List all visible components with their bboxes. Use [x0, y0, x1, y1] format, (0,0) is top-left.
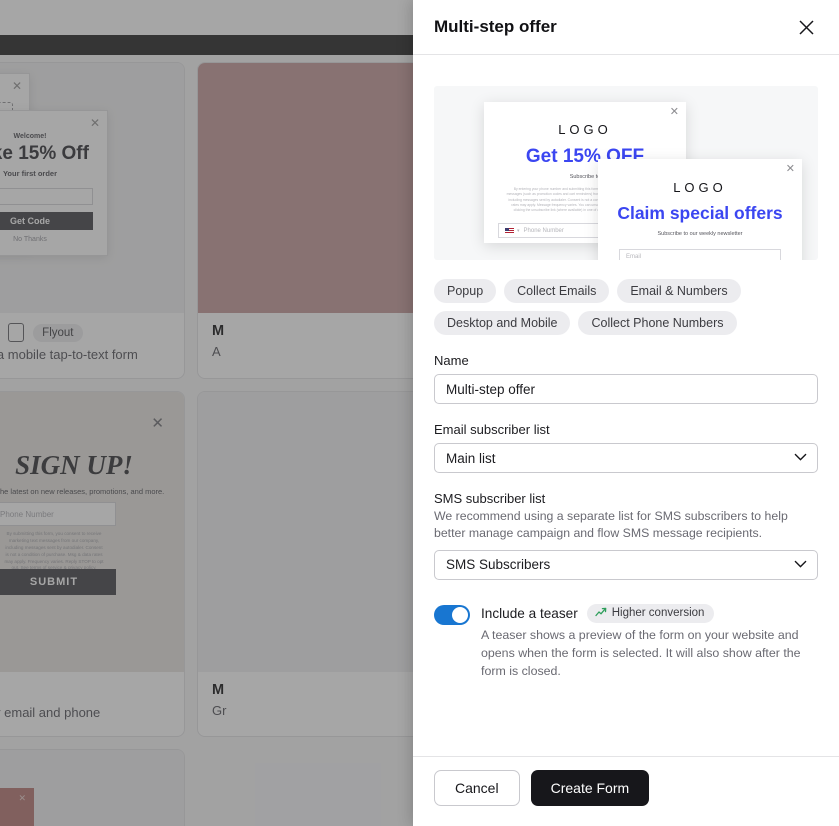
panel-header: Multi-step offer: [413, 0, 839, 55]
tag-popup: Popup: [434, 279, 497, 303]
teaser-description: A teaser shows a preview of the form on …: [481, 627, 801, 678]
sms-list-select[interactable]: SMS Subscribers: [434, 549, 818, 580]
sms-list-label: SMS subscriber list: [434, 491, 546, 506]
name-input[interactable]: [434, 374, 818, 404]
screen: ⌘ K ✕ FIRST15 Use code for 15% off your …: [0, 0, 839, 826]
template-tag-list: Popup Collect Emails Email & Numbers Des…: [434, 279, 818, 335]
create-form-panel: Multi-step offer ✕ LOGO Get 15% OFF Subs…: [413, 0, 839, 826]
email-list-value: Main list: [434, 443, 818, 473]
email-field: Email: [619, 249, 781, 260]
higher-conversion-badge: Higher conversion: [586, 603, 715, 623]
tag-email-and-numbers: Email & Numbers: [617, 279, 741, 303]
teaser-setting: Include a teaser Higher conversion A tea…: [434, 603, 818, 681]
close-icon: ✕: [669, 106, 679, 118]
brand-logo: LOGO: [673, 180, 727, 195]
form-preview: ✕ LOGO Get 15% OFF Subscribe to By enter…: [434, 86, 818, 260]
chevron-down-icon: ▾: [517, 227, 520, 234]
name-label: Name: [434, 353, 469, 368]
higher-conversion-label: Higher conversion: [611, 607, 705, 620]
preview-step-two: ✕ LOGO Claim special offers Subscribe to…: [598, 159, 802, 260]
close-icon[interactable]: [793, 14, 819, 40]
sms-list-help: We recommend using a separate list for S…: [434, 509, 788, 541]
us-flag-icon: [505, 227, 514, 234]
cancel-button[interactable]: Cancel: [434, 770, 520, 806]
sms-list-value: SMS Subscribers: [434, 549, 818, 580]
headline: Claim special offers: [617, 203, 783, 223]
email-list-select[interactable]: Main list: [434, 443, 818, 473]
panel-title: Multi-step offer: [434, 17, 557, 36]
tag-collect-phone-numbers: Collect Phone Numbers: [578, 311, 737, 335]
phone-placeholder: Phone Number: [523, 227, 564, 234]
email-list-label: Email subscriber list: [434, 422, 550, 437]
close-icon: ✕: [785, 163, 795, 175]
panel-footer: Cancel Create Form: [413, 756, 839, 826]
panel-body: ✕ LOGO Get 15% OFF Subscribe to By enter…: [413, 55, 839, 756]
toggle-knob: [452, 606, 468, 623]
include-teaser-label: Include a teaser: [481, 605, 578, 621]
brand-logo: LOGO: [558, 122, 612, 137]
include-teaser-toggle[interactable]: [434, 604, 470, 625]
create-form-button[interactable]: Create Form: [530, 770, 650, 806]
subheadline: Subscribe to our weekly newsletter: [657, 231, 743, 237]
tag-collect-emails: Collect Emails: [504, 279, 610, 303]
trending-up-icon: [595, 607, 607, 620]
tag-desktop-and-mobile: Desktop and Mobile: [434, 311, 571, 335]
